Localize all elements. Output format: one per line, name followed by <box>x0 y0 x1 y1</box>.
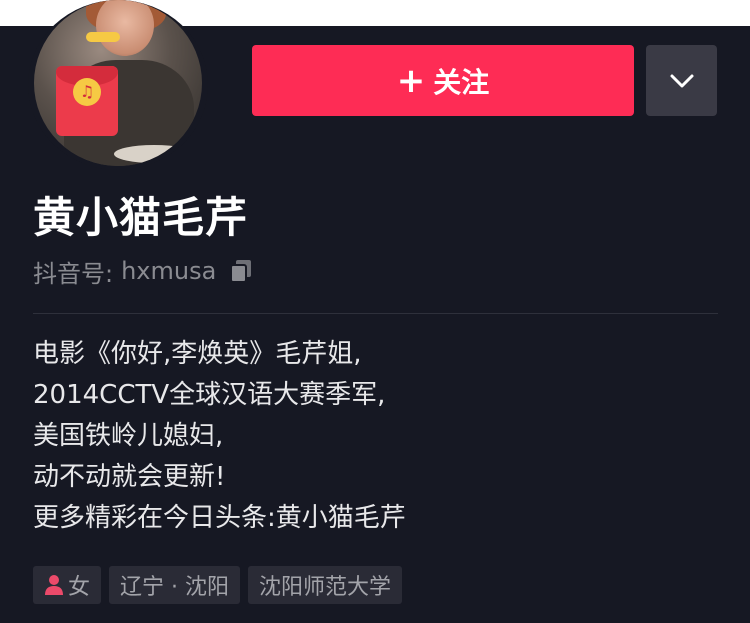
plus-icon: + <box>396 60 426 101</box>
music-note-icon: ♫ <box>73 78 101 106</box>
location-tag: 辽宁 · 沈阳 <box>109 566 240 604</box>
more-options-button[interactable] <box>646 45 717 116</box>
avatar-face <box>96 0 154 56</box>
avatar-gold-bar <box>86 32 120 42</box>
school-tag: 沈阳师范大学 <box>248 566 403 604</box>
follow-button[interactable]: + 关注 <box>252 45 634 116</box>
bio-line: 更多精彩在今日头条:黄小猫毛芹 <box>33 503 406 533</box>
avatar[interactable]: ♫ <box>34 0 202 166</box>
copy-icon[interactable] <box>228 258 254 284</box>
bio: 电影《你好,李焕英》毛芹姐, 2014CCTV全球汉语大赛季军, 美国铁岭儿媳妇… <box>33 334 723 539</box>
bio-line: 动不动就会更新! <box>33 462 226 492</box>
location-tag-label: 辽宁 · 沈阳 <box>120 575 229 600</box>
gender-tag: 女 <box>33 566 102 604</box>
person-icon <box>44 574 64 596</box>
profile-tags: 女 辽宁 · 沈阳 沈阳师范大学 <box>33 566 403 604</box>
school-tag-label: 沈阳师范大学 <box>259 575 392 600</box>
account-id-value: hxmusa <box>121 257 217 285</box>
bio-line: 2014CCTV全球汉语大赛季军, <box>33 380 386 410</box>
bio-line: 电影《你好,李焕英》毛芹姐, <box>33 339 362 369</box>
gender-tag-label: 女 <box>68 575 91 600</box>
profile-name: 黄小猫毛芹 <box>33 193 249 242</box>
avatar-plate <box>114 145 194 163</box>
red-packet-music-icon[interactable]: ♫ <box>56 66 118 136</box>
follow-button-label: 关注 <box>433 65 490 99</box>
divider <box>33 313 718 314</box>
chevron-down-icon <box>670 74 693 87</box>
bio-line: 美国铁岭儿媳妇, <box>33 421 224 451</box>
account-id-label: 抖音号: <box>33 259 114 288</box>
account-id-row: 抖音号: hxmusa <box>33 256 254 288</box>
